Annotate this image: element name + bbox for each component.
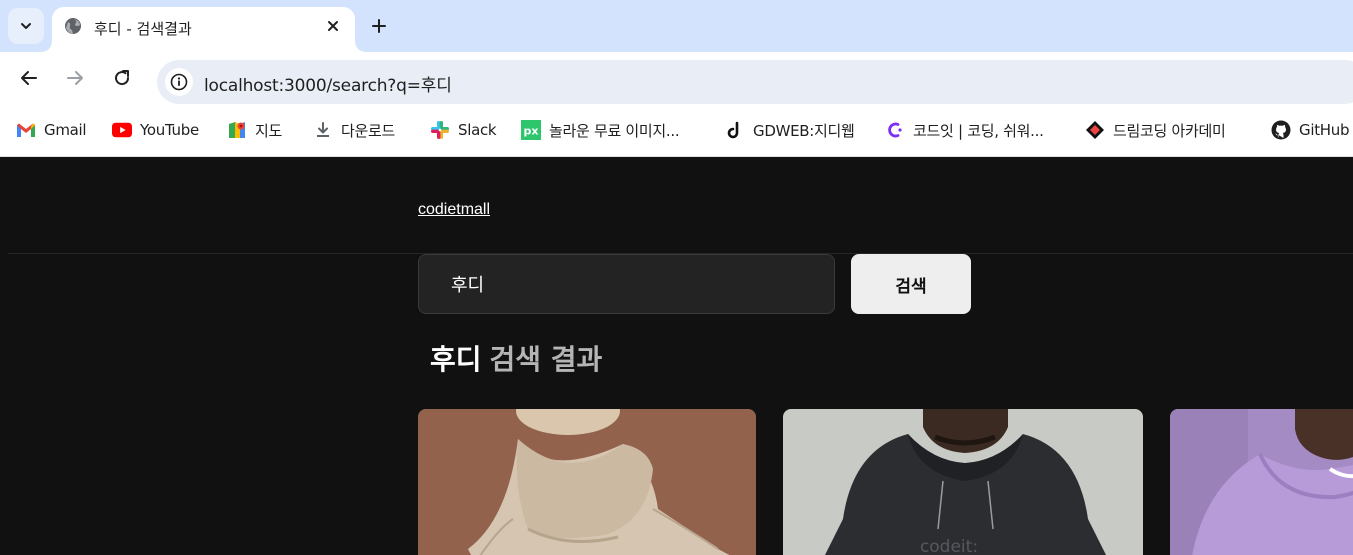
arrow-left-icon (21, 71, 37, 85)
plus-icon (372, 19, 386, 33)
bookmark-codeit[interactable]: 코드잇 | 코딩, 쉬워... (885, 118, 1044, 142)
pixabay-icon: px (521, 120, 541, 140)
bookmark-downloads[interactable]: 다운로드 (313, 118, 395, 142)
new-tab-button[interactable] (364, 11, 394, 41)
search-button[interactable]: 검색 (851, 254, 971, 314)
bookmarks-bar: Gmail YouTube 지도 다운로드 Slack px 놀라운 무료 이미… (0, 104, 1353, 157)
reload-button[interactable] (108, 64, 136, 92)
bookmark-pixabay[interactable]: px 놀라운 무료 이미지... (521, 118, 680, 142)
slack-icon (430, 120, 450, 140)
maps-icon (227, 120, 247, 140)
gdweb-icon (725, 120, 745, 140)
bookmark-label: Slack (458, 121, 497, 139)
product-image: codeit: (783, 409, 1143, 555)
tab-search-button[interactable] (8, 8, 44, 44)
page-content: codietmall 검색 후디검색 결과 codeit: (0, 158, 1353, 555)
close-icon (328, 21, 338, 31)
bookmark-label: 다운로드 (341, 121, 396, 140)
arrow-right-icon (67, 71, 83, 85)
bookmark-label: YouTube (140, 121, 199, 139)
site-logo-link[interactable]: codietmall (418, 201, 490, 219)
svg-text:px: px (524, 125, 539, 138)
download-icon (313, 120, 333, 140)
address-bar[interactable]: localhost:3000/search?q=후디 (157, 60, 1353, 104)
product-image (418, 409, 756, 555)
product-card[interactable] (418, 409, 756, 555)
bookmark-label: GDWEB:지디웹 (753, 121, 855, 140)
youtube-icon (112, 120, 132, 140)
tab-close-button[interactable] (323, 16, 343, 36)
bookmark-label: 코드잇 | 코딩, 쉬워... (913, 121, 1044, 140)
bookmark-label: 드림코딩 아카데미 (1113, 121, 1226, 140)
svg-text:codeit:: codeit: (920, 537, 978, 555)
globe-icon (65, 18, 81, 34)
site-info-button[interactable] (165, 68, 193, 96)
search-result-heading: 후디 검색 결과 (430, 338, 602, 378)
info-icon (170, 73, 188, 91)
bookmark-maps[interactable]: 지도 (227, 118, 282, 142)
browser-tab-strip: 후디 - 검색결과 (0, 0, 1353, 52)
dreamcoding-icon (1085, 120, 1105, 140)
bookmark-label: GitHub (1299, 121, 1350, 139)
bookmark-slack[interactable]: Slack (430, 118, 497, 142)
browser-toolbar: localhost:3000/search?q=후디 (0, 52, 1353, 104)
bookmark-label: Gmail (44, 121, 87, 139)
bookmark-gmail[interactable]: Gmail (16, 118, 87, 142)
product-image (1170, 409, 1353, 555)
github-icon (1271, 120, 1291, 140)
gmail-icon (16, 120, 36, 140)
bookmark-label: 놀라운 무료 이미지... (549, 121, 680, 140)
bookmark-dreamcoding[interactable]: 드림코딩 아카데미 (1085, 118, 1226, 142)
codeit-icon (885, 120, 905, 140)
active-tab[interactable]: 후디 - 검색결과 (42, 7, 365, 52)
product-card[interactable] (1170, 409, 1353, 555)
tab-title: 후디 - 검색결과 (94, 20, 192, 38)
bookmark-youtube[interactable]: YouTube (112, 118, 199, 142)
forward-button[interactable] (61, 64, 89, 92)
url-text[interactable]: localhost:3000/search?q=후디 (204, 71, 452, 96)
product-card[interactable]: codeit: (783, 409, 1143, 555)
bookmark-label: 지도 (255, 121, 283, 140)
bookmark-gdweb[interactable]: GDWEB:지디웹 (725, 118, 855, 142)
back-button[interactable] (15, 64, 43, 92)
chevron-down-icon (21, 23, 31, 29)
result-heading-suffix: 검색 결과 (489, 343, 603, 376)
search-input[interactable] (418, 254, 835, 314)
result-query: 후디 (430, 343, 482, 376)
bookmark-github[interactable]: GitHub (1271, 118, 1349, 142)
reload-icon (115, 70, 130, 86)
